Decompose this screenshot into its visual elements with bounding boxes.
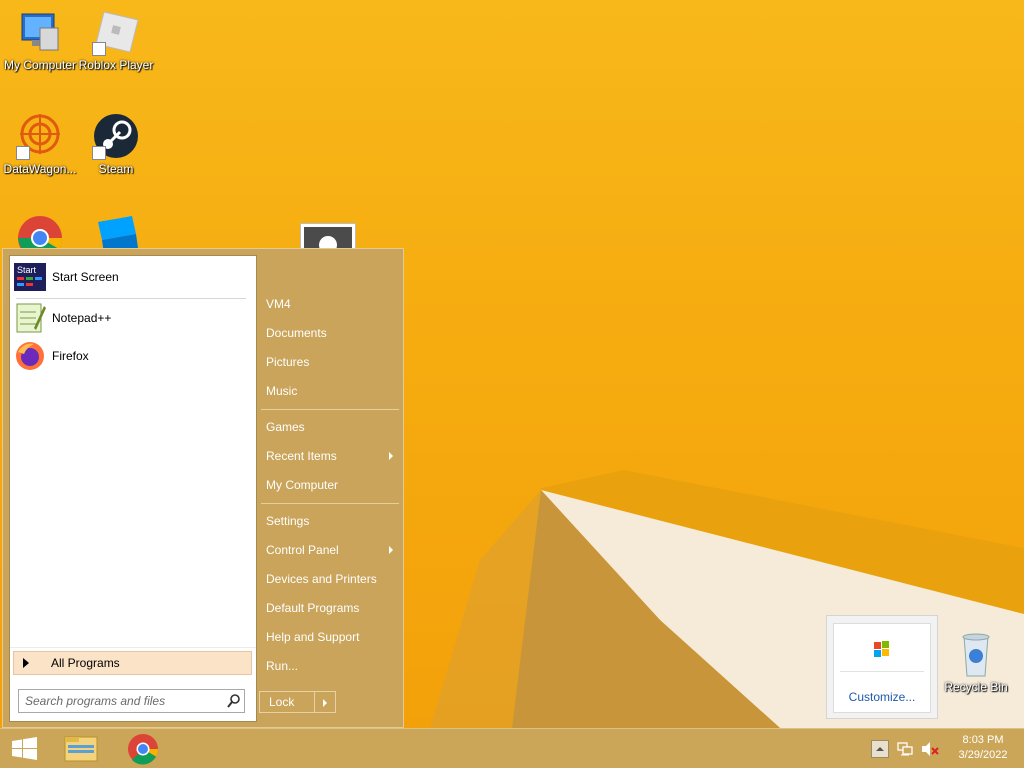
clock-date: 3/29/2022	[958, 749, 1008, 761]
steam-icon	[92, 112, 140, 160]
desktop-icon-roblox-studio[interactable]	[76, 214, 156, 248]
desktop-icon-label: DataWagon...	[3, 162, 77, 176]
search-box	[18, 689, 245, 713]
desktop-icon-steam[interactable]: Steam	[76, 112, 156, 176]
shortcut-arrow-icon	[92, 42, 106, 56]
right-item-documents[interactable]: Documents	[266, 320, 399, 346]
customize-link[interactable]: Customize...	[834, 690, 930, 704]
start-screen-icon: Start	[14, 261, 46, 293]
taskbar: 8:03 PM 3/29/2022	[0, 728, 1024, 768]
start-screen-item[interactable]: Start Start Screen	[14, 260, 248, 294]
lock-button[interactable]: Lock	[259, 691, 315, 713]
tray-app-icon[interactable]	[872, 638, 892, 658]
right-item-vm4[interactable]: VM4	[266, 291, 399, 317]
shortcut-arrow-icon	[16, 146, 30, 160]
desktop-icon-roblox-player[interactable]: Roblox Player	[76, 8, 156, 72]
network-icon[interactable]	[896, 740, 914, 758]
right-item-my-computer[interactable]: My Computer	[266, 472, 399, 498]
file-explorer-button[interactable]	[56, 729, 106, 769]
datawagon-icon	[16, 112, 64, 160]
right-item-settings[interactable]: Settings	[266, 508, 399, 534]
svg-text:Start: Start	[17, 265, 37, 275]
right-item-help-and-support[interactable]: Help and Support	[266, 624, 399, 650]
notepad-plus-plus-item[interactable]: Notepad++	[14, 301, 248, 335]
search-input[interactable]	[19, 693, 224, 709]
roblox-studio-icon	[92, 214, 140, 248]
tray-overflow-popup: Customize...	[826, 615, 938, 719]
submenu-arrow-icon	[389, 452, 393, 460]
notepad-plus-plus-icon	[14, 302, 46, 334]
chrome-icon	[16, 214, 64, 248]
show-hidden-icons-icon[interactable]	[871, 740, 889, 758]
right-item-run[interactable]: Run...	[266, 653, 399, 679]
right-item-control-panel[interactable]: Control Panel	[266, 537, 399, 563]
shortcut-arrow-icon	[92, 146, 106, 160]
firefox-item[interactable]: Firefox	[14, 339, 248, 373]
desktop-icon-label: Recycle Bin	[944, 680, 1008, 694]
desktop-icon-label: My Computer	[3, 58, 77, 72]
firefox-label: Firefox	[52, 349, 89, 363]
all-programs-button[interactable]: All Programs	[13, 651, 252, 675]
submenu-arrow-icon	[389, 546, 393, 554]
desktop-icon-my-computer[interactable]: My Computer	[0, 8, 80, 72]
desktop-icon-datawagon[interactable]: DataWagon...	[0, 112, 80, 176]
expand-arrow-icon	[23, 658, 29, 668]
programs-pane: Start Start Screen Notepad++ Firefox All…	[9, 255, 257, 722]
firefox-icon	[14, 340, 46, 372]
right-item-default-programs[interactable]: Default Programs	[266, 595, 399, 621]
taskbar-clock[interactable]: 8:03 PM 3/29/2022	[948, 733, 1018, 763]
windows-start-button[interactable]	[0, 729, 50, 769]
search-icon[interactable]	[224, 691, 244, 711]
file-explorer-icon	[64, 736, 98, 762]
desktop-icon-label: Roblox Player	[78, 58, 154, 72]
clock-time: 8:03 PM	[962, 734, 1004, 746]
volume-muted-icon[interactable]	[920, 740, 940, 758]
start-menu: Start Start Screen Notepad++ Firefox All…	[2, 248, 404, 728]
start-screen-label: Start Screen	[52, 270, 119, 284]
desktop-icon-chrome[interactable]	[0, 214, 80, 248]
shutdown-options-button[interactable]	[315, 691, 336, 713]
notepad-plus-plus-label: Notepad++	[52, 311, 112, 325]
all-programs-label: All Programs	[51, 656, 120, 670]
right-item-games[interactable]: Games	[266, 414, 399, 440]
desktop-icon-label: Steam	[98, 162, 134, 176]
recycle-bin-icon	[952, 630, 1000, 678]
right-item-music[interactable]: Music	[266, 378, 399, 404]
windows-start-icon	[12, 737, 37, 760]
chrome-taskbar-button[interactable]	[118, 729, 168, 769]
roblox-icon	[92, 8, 140, 56]
right-item-pictures[interactable]: Pictures	[266, 349, 399, 375]
desktop-icon-recycle-bin[interactable]: Recycle Bin	[936, 630, 1016, 694]
chrome-icon	[128, 734, 159, 765]
my-computer-icon	[16, 8, 64, 56]
right-item-recent-items[interactable]: Recent Items	[266, 443, 399, 469]
right-item-devices-and-printers[interactable]: Devices and Printers	[266, 566, 399, 592]
